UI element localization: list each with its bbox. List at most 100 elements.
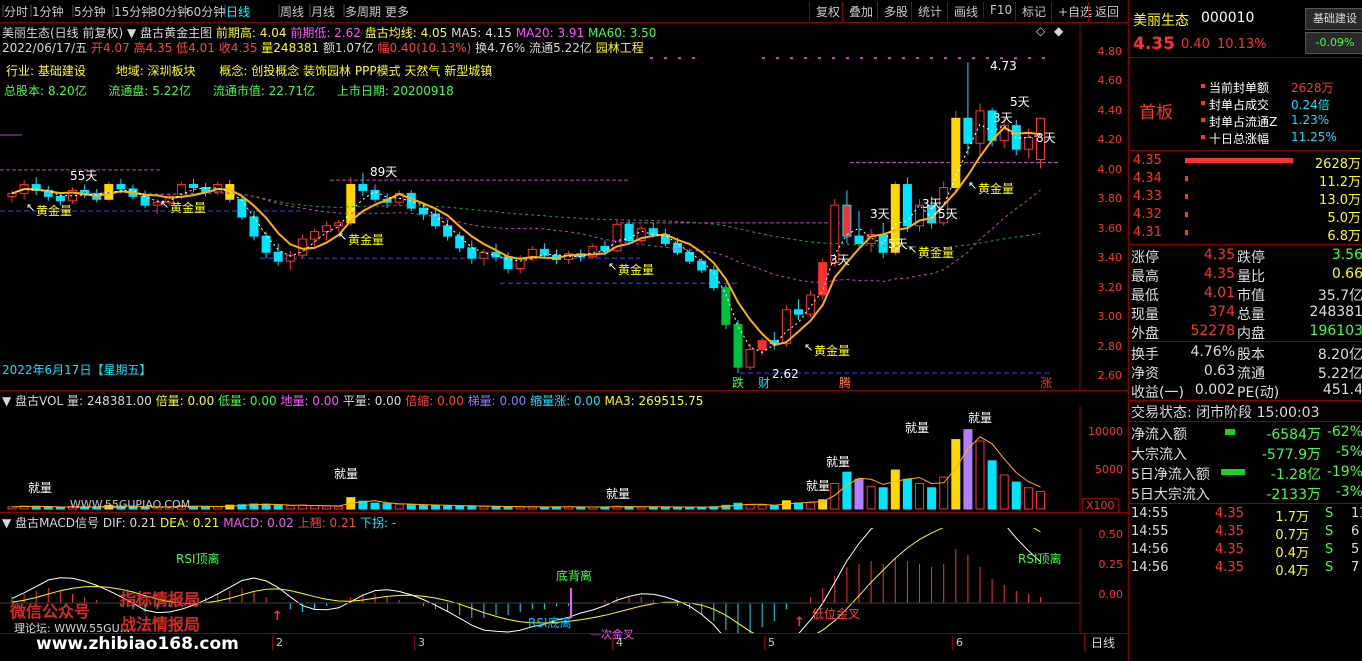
volume-bar (261, 503, 271, 510)
toolbar-separator: | (111, 3, 116, 17)
stock-name: 美丽生态 (1133, 13, 1189, 29)
golden-volume-label: 黄金量 (918, 245, 954, 260)
candle (757, 340, 767, 350)
toolbar-button-4[interactable]: 画线 (947, 2, 984, 21)
period-tab-6[interactable]: 日线 (226, 3, 250, 20)
price-change-pct: 10.13% (1217, 37, 1267, 52)
rp-divider (1129, 57, 1362, 58)
order-volume-bar (1185, 158, 1293, 163)
bottom-divider (0, 633, 1128, 634)
volume-bar (987, 460, 997, 510)
jiuliang-label: 就量 (968, 411, 992, 425)
order-row[interactable]: 4.31 6.8万 (1129, 224, 1362, 244)
bullet-icon (1201, 118, 1205, 122)
tag-die: 跌 (732, 375, 744, 390)
stat-value: 0.002 (1194, 382, 1235, 398)
golden-volume-label: 黄金量 (618, 262, 654, 277)
toolbar-separator: | (308, 3, 313, 17)
price-tick: 2.80 (1097, 339, 1123, 353)
candle (116, 184, 126, 190)
toolbar-button-8[interactable]: 返回 (1088, 2, 1125, 21)
period-switch-button[interactable]: 日线 (1084, 634, 1115, 651)
signal-dot (804, 57, 807, 59)
toolbar-button-2[interactable]: 多股 (877, 2, 914, 21)
candle (733, 323, 743, 368)
toolbar-separator: | (223, 3, 228, 17)
date-tick: 5 (764, 636, 775, 650)
last-price: 4.35 (1133, 34, 1175, 54)
volume-bar (406, 504, 416, 510)
stat-row: 最高 4.35 量比 0.66 (1129, 265, 1362, 285)
rsi-bottom-label: RSI底离 (528, 616, 572, 630)
candle (455, 235, 465, 249)
stat-row: 最低 4.01 市值 35.7亿 (1129, 284, 1362, 304)
stat-label: 现量 (1131, 307, 1159, 323)
toolbar-button-3[interactable]: 统计 (911, 2, 948, 21)
period-tab-7[interactable]: 周线 (280, 3, 304, 20)
period-tab-1[interactable]: 1分钟 (32, 3, 64, 20)
volume-bar (975, 440, 985, 510)
rp-divider (1129, 244, 1362, 245)
order-row[interactable]: 4.35 2628万 (1129, 152, 1362, 172)
seal-row: 十日总涨幅 11.25% (1129, 129, 1362, 149)
toolbar-button-5[interactable]: F10 (983, 2, 1018, 18)
volume-chart[interactable]: 就量就量就量就量就量就量就量 (0, 406, 1128, 512)
vol-panel-divider (0, 390, 1128, 391)
order-row[interactable]: 4.33 13.0万 (1129, 188, 1362, 208)
stat-value: 4.35 (1203, 247, 1235, 263)
candle (794, 309, 803, 315)
order-row[interactable]: 4.32 5.0万 (1129, 206, 1362, 226)
period-tab-10[interactable]: 更多 (385, 3, 409, 20)
tick-price: 4.35 (1215, 542, 1244, 557)
volume-bar (963, 429, 973, 510)
volume-bar (878, 487, 888, 510)
price-tick: 3.20 (1097, 280, 1123, 294)
candle (249, 216, 259, 237)
stat-row: 现量 374 总量 248381 (1129, 303, 1362, 323)
period-tab-8[interactable]: 月线 (311, 3, 335, 20)
volume-bar (769, 505, 779, 510)
signal-dot (958, 57, 961, 59)
period-tab-0[interactable]: 分时 (4, 3, 28, 20)
flow-row: 大宗流入 -577.9万 -5% (1129, 443, 1362, 463)
stat-value: 374 (1208, 304, 1235, 320)
stat-row: 收益(一) 0.002 PE(动) 451.4 (1129, 381, 1362, 401)
seal-value: 2628万 (1291, 81, 1334, 95)
volume-bar (43, 506, 53, 510)
period-tab-5[interactable]: 60分钟 (186, 3, 225, 20)
order-row[interactable]: 4.34 11.2万 (1129, 170, 1362, 190)
toolbar-separator: | (342, 3, 347, 17)
flow-row: 净流入额 -6584万 -62% (1129, 423, 1362, 443)
volume-bar (455, 505, 465, 510)
period-tab-2[interactable]: 5分钟 (74, 3, 106, 20)
signal-dot (916, 57, 919, 59)
macd-panel-divider (0, 512, 1128, 513)
tick-row: 14:554.351.7万S11 (1129, 505, 1362, 525)
volume-bar (479, 505, 489, 510)
sector-change-button[interactable]: -0.09% (1305, 32, 1362, 54)
tick-row: 14:56 4.35 0.4万 S 5 (1129, 541, 1362, 561)
toolbar-button-6[interactable]: 标记 (1015, 2, 1052, 21)
stat-value: 196103 (1309, 323, 1362, 339)
volume-bar (382, 503, 392, 510)
order-volume-bar (1185, 212, 1188, 217)
signal-dot (1028, 57, 1031, 59)
seal-value: 1.23% (1291, 113, 1330, 127)
order-volume: 6.8万 (1327, 229, 1361, 244)
stat-row: 换手 4.76% 股本 8.20亿 (1129, 343, 1362, 363)
volume-bar (866, 485, 876, 510)
tick-time: 14:56 (1131, 542, 1169, 557)
seal-label: 封单占成交 (1209, 98, 1270, 112)
toolbar-separator: | (29, 3, 34, 17)
buy-arrow-icon: ↑ (272, 609, 283, 624)
sector-button[interactable]: 基础建设 (1305, 8, 1362, 30)
candlestick-chart[interactable]: 4.732.6255天 89天5天3天8天3天3天5天3天5天黄金量↖ 黄金量↖黄金… (0, 22, 1128, 392)
period-tab-9[interactable]: 多周期 (345, 3, 381, 20)
trade-status: 交易状态: 闭市阶段 15:00:03 (1131, 405, 1320, 421)
volume-bar (794, 502, 803, 510)
volume-bar (467, 505, 477, 510)
volume-bar (915, 483, 924, 510)
toolbar-button-0[interactable]: 复权 (809, 2, 846, 21)
rsi-top-label: RSI顶离 (176, 552, 220, 566)
toolbar-button-1[interactable]: 叠加 (842, 2, 879, 21)
